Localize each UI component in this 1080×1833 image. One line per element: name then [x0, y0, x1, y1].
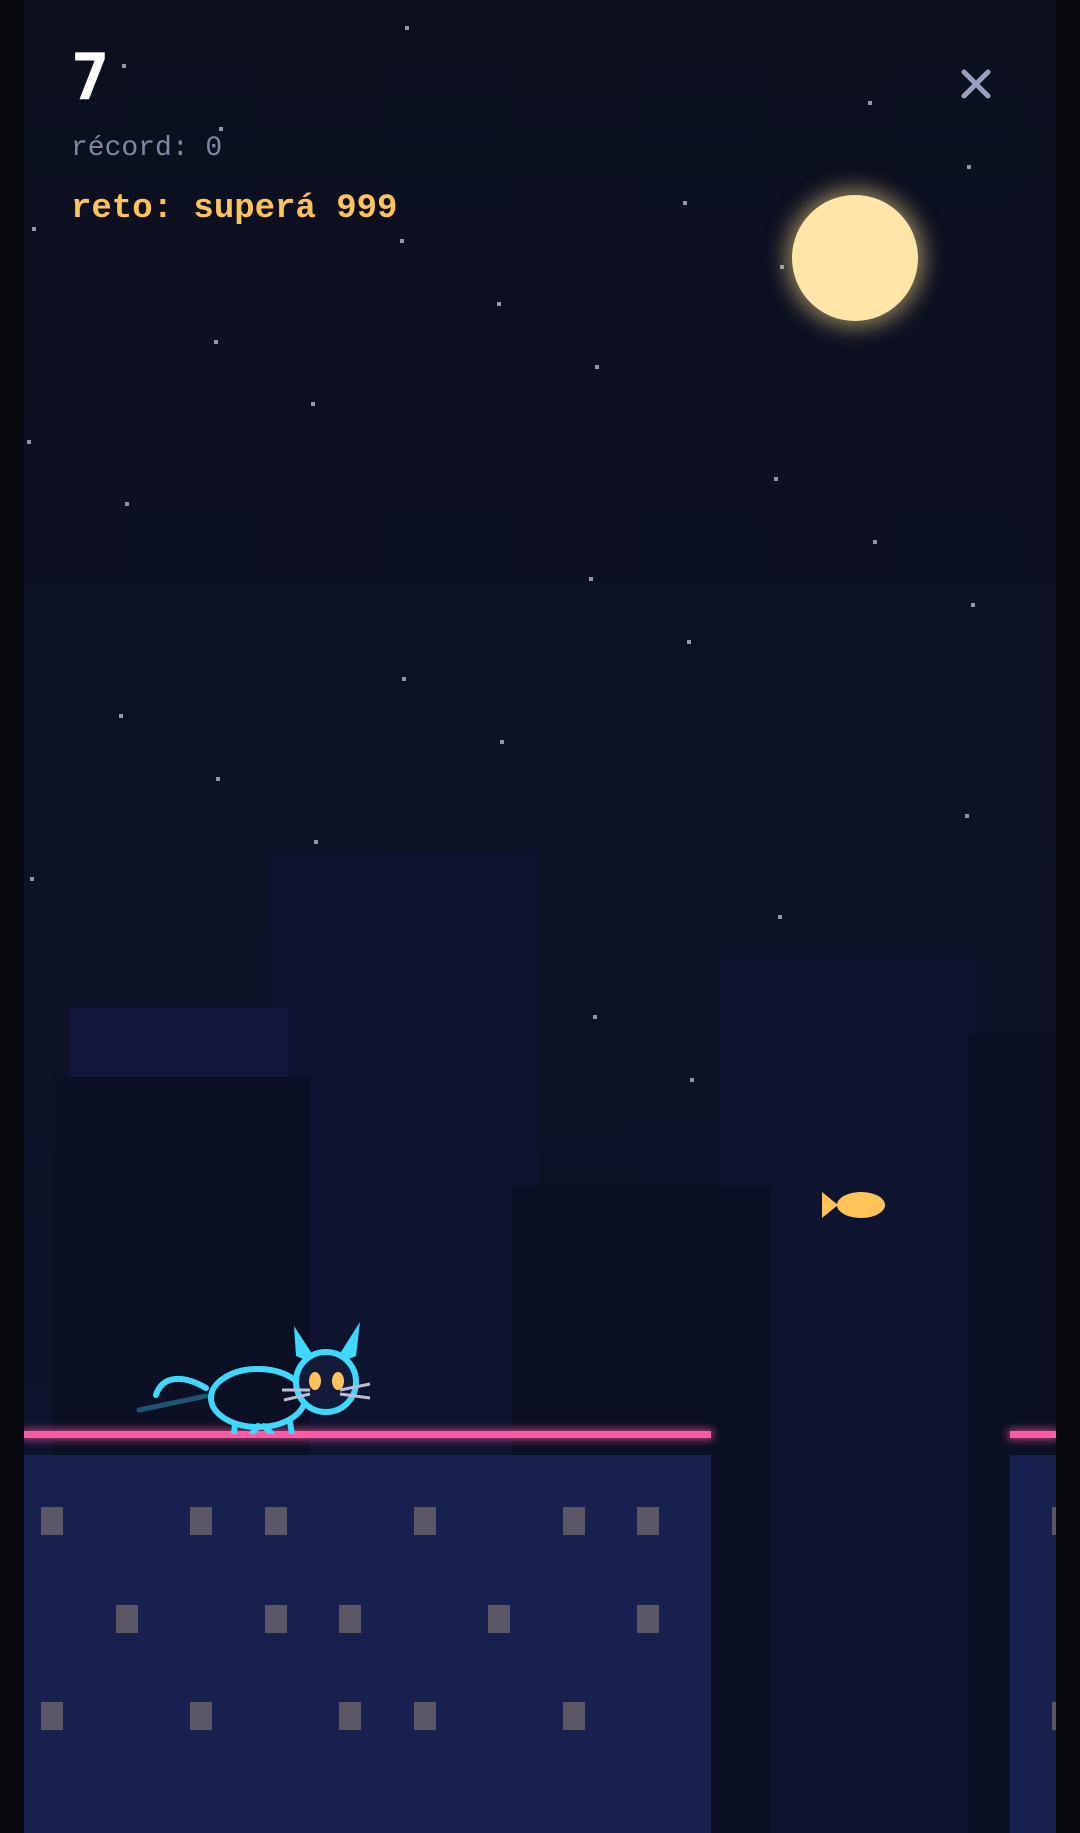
star	[595, 365, 599, 369]
star	[868, 101, 872, 105]
star	[214, 340, 218, 344]
challenge-label: reto: superá 999	[71, 190, 398, 228]
star	[687, 640, 691, 644]
window	[116, 1605, 138, 1633]
star	[967, 165, 971, 169]
window	[41, 1507, 63, 1535]
rooftop-platform	[1010, 1455, 1056, 1833]
window	[265, 1507, 287, 1535]
star	[32, 227, 36, 231]
star	[690, 1078, 694, 1082]
window	[563, 1702, 585, 1730]
window	[1052, 1702, 1056, 1730]
rooftop-platform	[24, 1455, 711, 1833]
moon	[792, 195, 918, 321]
star	[27, 440, 31, 444]
star	[778, 915, 782, 919]
window	[563, 1507, 585, 1535]
right-edge	[1056, 0, 1080, 1833]
cat-icon[interactable]	[134, 1318, 374, 1434]
left-edge	[0, 0, 24, 1833]
window	[265, 1605, 287, 1633]
window	[414, 1702, 436, 1730]
window	[414, 1507, 436, 1535]
window	[637, 1605, 659, 1633]
window	[339, 1702, 361, 1730]
best-score-label: récord: 0	[71, 133, 223, 164]
star	[122, 64, 126, 68]
star	[125, 502, 129, 506]
window	[1052, 1507, 1056, 1535]
close-button[interactable]	[950, 58, 1002, 110]
star	[683, 201, 687, 205]
star	[593, 1015, 597, 1019]
star	[400, 239, 404, 243]
star	[497, 302, 501, 306]
star	[780, 265, 784, 269]
fish-icon	[822, 1188, 886, 1222]
star	[500, 740, 504, 744]
star	[119, 714, 123, 718]
star	[971, 603, 975, 607]
star	[774, 477, 778, 481]
score-counter: 7	[71, 41, 110, 115]
star	[965, 814, 969, 818]
window	[41, 1702, 63, 1730]
window	[339, 1605, 361, 1633]
star	[311, 402, 315, 406]
star	[314, 840, 318, 844]
window	[190, 1702, 212, 1730]
rooftop-neon-edge	[1010, 1431, 1056, 1438]
game-stage[interactable]: 7 récord: 0 reto: superá 999	[24, 0, 1056, 1833]
star	[402, 677, 406, 681]
star	[30, 877, 34, 881]
star	[589, 577, 593, 581]
window	[488, 1605, 510, 1633]
star	[216, 777, 220, 781]
close-icon	[961, 69, 991, 99]
window	[190, 1507, 212, 1535]
star	[219, 127, 223, 131]
star	[405, 26, 409, 30]
star	[873, 540, 877, 544]
window	[637, 1507, 659, 1535]
